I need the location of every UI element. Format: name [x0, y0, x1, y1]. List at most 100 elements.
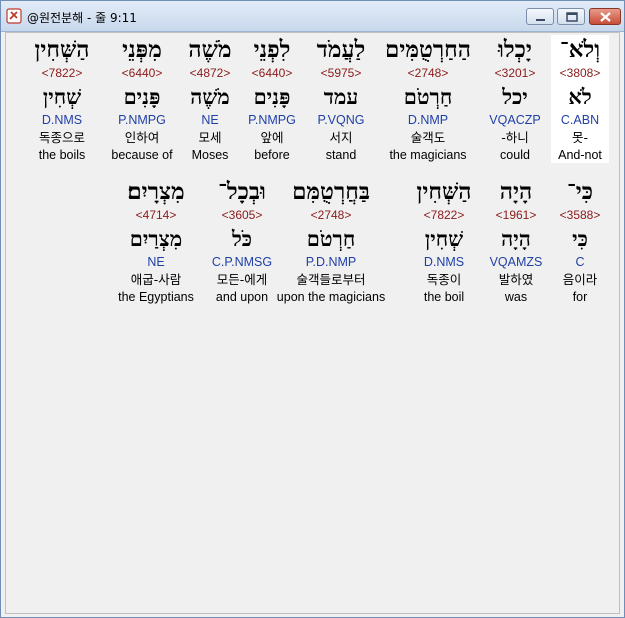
english-gloss: for: [572, 290, 588, 304]
morphology-code: C: [575, 255, 585, 269]
word-block[interactable]: מִצְרָיִם׃ <4714> מִצְרַיִם NE 애굽-사람 the Egyp…: [112, 177, 200, 305]
word-block[interactable]: מֹשֶׁה <4872> מֹשֶׁה NE 모세 Moses: [179, 35, 241, 163]
english-gloss: upon the magicians: [276, 290, 386, 304]
morphology-code: C.P.NMSG: [211, 255, 273, 269]
maximize-icon: [566, 12, 578, 22]
morphology-code: P.D.NMP: [305, 255, 357, 269]
morphology-code: NE: [201, 113, 219, 127]
word-block[interactable]: כִּי־ <3588> כִּי C 음이라 for: [552, 177, 608, 305]
english-gloss: the boils: [38, 148, 86, 162]
hebrew-word: יָכְלוּ: [498, 36, 532, 63]
strong-number: <6440>: [121, 66, 163, 80]
lexical-form: לֹא: [568, 84, 592, 109]
hebrew-word: כִּי־: [566, 178, 594, 205]
lexical-form: כֹּל: [231, 226, 253, 251]
word-block[interactable]: בַּחֲרְטֻמִּם <2748> חַרְטֹם P.D.NMP 술객들로부터 u…: [271, 177, 391, 305]
strong-number: <7822>: [423, 208, 465, 222]
word-block[interactable]: הַחַרְטֻמִּים <2748> חַרְטֹם D.NMP 술객도 the ma…: [383, 35, 473, 163]
word-block[interactable]: לִפְנֵי <6440> פָּנִים P.NMPG 앞에 before: [241, 35, 303, 163]
english-gloss: before: [254, 148, 290, 162]
korean-gloss: 술객들로부터: [296, 272, 366, 287]
english-gloss: and upon: [215, 290, 269, 304]
word-block[interactable]: הַשְּׁחִין <7822> שְׁחִין D.NMS 독종으로 the boil…: [27, 35, 97, 163]
lexical-form: פָּנִים: [253, 84, 291, 109]
english-gloss: Moses: [191, 148, 229, 162]
lexical-form: הָיָה: [501, 226, 531, 251]
hebrew-word: הַשְּׁחִין: [416, 178, 472, 205]
strong-number: <4872>: [189, 66, 231, 80]
minimize-button[interactable]: [526, 8, 554, 25]
korean-gloss: 음이라: [562, 272, 598, 287]
korean-gloss: 서지: [329, 130, 353, 145]
korean-gloss: 모세: [198, 130, 222, 145]
korean-gloss: 못-: [571, 130, 588, 145]
morphology-code: P.NMPG: [118, 113, 166, 127]
hebrew-word: בַּחֲרְטֻמִּם: [292, 178, 370, 205]
hebrew-word: מִצְרָיִם׃: [127, 178, 185, 205]
strong-number: <3588>: [559, 208, 601, 222]
english-gloss: the boil: [423, 290, 465, 304]
lexical-form: פָּנִים: [123, 84, 161, 109]
lexical-form: יכל: [502, 84, 528, 109]
strong-number: <4714>: [135, 208, 177, 222]
word-block[interactable]: יָכְלוּ <3201> יכל VQACZP -하니 could: [486, 35, 544, 163]
morphology-code: C.ABN: [560, 113, 600, 127]
strong-number: <3201>: [494, 66, 536, 80]
korean-gloss: 술객도: [410, 130, 446, 145]
maximize-button[interactable]: [557, 8, 585, 25]
korean-gloss: 독종이: [426, 272, 462, 287]
strong-number: <7822>: [41, 66, 83, 80]
strong-number: <2748>: [407, 66, 449, 80]
strong-number: <3605>: [221, 208, 263, 222]
app-window: @원전분해 - 줄 9:11 וְלֹא־ <3808> לֹא C.ABN 못- And…: [0, 0, 625, 618]
word-block[interactable]: וְלֹא־ <3808> לֹא C.ABN 못- And-not: [551, 35, 609, 163]
strong-number: <1961>: [495, 208, 537, 222]
title-bar[interactable]: @원전분해 - 줄 9:11: [1, 1, 624, 32]
english-gloss: stand: [325, 148, 357, 162]
korean-gloss: 독종으로: [38, 130, 85, 145]
lexical-form: מִצְרַיִם: [129, 226, 183, 251]
hebrew-word: וְלֹא־: [559, 36, 601, 63]
window-title: @원전분해 - 줄 9:11: [27, 11, 137, 25]
morphology-code: P.NMPG: [248, 113, 296, 127]
morphology-code: D.NMS: [41, 113, 83, 127]
lexical-form: חַרְטֹם: [306, 226, 356, 251]
word-block[interactable]: מִפְּנֵי <6440> פָּנִים P.NMPG 인하여 because of: [107, 35, 177, 163]
strong-number: <5975>: [320, 66, 362, 80]
lexical-form: שְׁחִין: [424, 226, 464, 251]
korean-gloss: -하니: [501, 130, 529, 145]
hebrew-word: הָיָה: [499, 178, 533, 205]
hebrew-word: מִפְּנֵי: [122, 36, 162, 63]
lexical-form: כִּי: [572, 226, 588, 251]
morphology-code: D.NMP: [407, 113, 449, 127]
word-block[interactable]: לַעֲמֹד <5975> עמד P.VQNG 서지 stand: [310, 35, 372, 163]
korean-gloss: 발하였: [498, 272, 534, 287]
strong-number: <6440>: [251, 66, 293, 80]
hebrew-word: לַעֲמֹד: [316, 36, 366, 63]
korean-gloss: 앞에: [260, 130, 284, 145]
lexical-form: עמד: [323, 84, 359, 109]
lexical-form: חַרְטֹם: [403, 84, 453, 109]
hebrew-word: הַחַרְטֻמִּים: [384, 36, 472, 63]
strong-number: <2748>: [310, 208, 352, 222]
english-gloss: could: [500, 148, 530, 162]
korean-gloss: 모든-에게: [216, 272, 268, 287]
lexical-form: מֹשֶׁה: [190, 84, 230, 109]
morphology-code: P.VQNG: [317, 113, 365, 127]
close-icon: [600, 12, 611, 22]
word-block[interactable]: הָיָה <1961> הָיָה VQAMZS 발하였 was: [485, 177, 547, 305]
hebrew-word: לִפְנֵי: [253, 36, 291, 63]
hebrew-word: וּבְכָל־: [218, 178, 266, 205]
english-gloss: the Egyptians: [118, 290, 194, 304]
word-block[interactable]: וּבְכָל־ <3605> כֹּל C.P.NMSG 모든-에게 and upon: [206, 177, 278, 305]
korean-gloss: 인하여: [124, 130, 160, 145]
korean-gloss: 애굽-사람: [130, 272, 182, 287]
close-button[interactable]: [589, 8, 621, 25]
word-block[interactable]: הַשְּׁחִין <7822> שְׁחִין D.NMS 독종이 the boil: [413, 177, 475, 305]
morphology-code: NE: [147, 255, 165, 269]
interlinear-view: וְלֹא־ <3808> לֹא C.ABN 못- And-not יָכְלוּ <320…: [5, 32, 620, 614]
hebrew-word: מֹשֶׁה: [188, 36, 232, 63]
english-gloss: the magicians: [389, 148, 467, 162]
hebrew-word: הַשְּׁחִין: [34, 36, 90, 63]
lexical-form: שְׁחִין: [42, 84, 82, 109]
